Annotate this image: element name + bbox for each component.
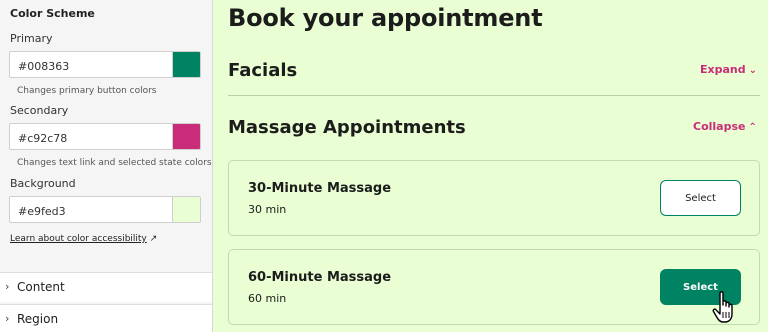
category-massage-title: Massage Appointments: [228, 117, 466, 138]
expand-toggle[interactable]: Expand ⌄: [700, 63, 757, 76]
chevron-up-icon: ⌃: [748, 122, 757, 133]
select-30-minute-button[interactable]: Select: [660, 180, 741, 216]
background-color-swatch[interactable]: [172, 196, 201, 223]
background-color-input[interactable]: #e9fed3: [9, 196, 173, 223]
color-scheme-title: Color Scheme: [10, 7, 95, 20]
expand-toggle-label: Expand: [700, 63, 746, 76]
service-card: 30-Minute Massage 30 min Select: [228, 160, 760, 236]
collapse-toggle-label: Collapse: [693, 120, 746, 133]
chevron-right-icon: ›: [5, 280, 10, 293]
accordion-content[interactable]: › Content: [0, 272, 212, 302]
service-name: 60-Minute Massage: [248, 270, 392, 285]
category-facials-title: Facials: [228, 60, 298, 81]
settings-panel: Color Scheme Primary #008363 Changes pri…: [0, 0, 213, 332]
secondary-color-input[interactable]: #c92c78: [9, 123, 173, 150]
primary-help-text: Changes primary button colors: [17, 86, 157, 96]
color-accessibility-link-label: Learn about color accessibility: [10, 234, 147, 244]
color-accessibility-link[interactable]: Learn about color accessibility ↗: [10, 234, 157, 244]
collapse-toggle[interactable]: Collapse ⌃: [693, 120, 757, 133]
primary-color-input[interactable]: #008363: [9, 51, 173, 78]
primary-label: Primary: [10, 32, 53, 45]
category-divider: [228, 95, 760, 96]
secondary-help-text: Changes text link and selected state col…: [17, 158, 212, 168]
hand-cursor-icon: [712, 291, 733, 323]
secondary-color-swatch[interactable]: [172, 123, 201, 150]
background-label: Background: [10, 177, 76, 190]
page-title: Book your appointment: [228, 4, 543, 32]
service-duration: 30 min: [248, 203, 287, 216]
chevron-down-icon: ⌄: [748, 65, 758, 76]
accordion-content-label: Content: [17, 280, 65, 294]
external-link-icon: ↗: [149, 234, 158, 244]
accordion-region[interactable]: › Region: [0, 304, 212, 332]
accordion-region-label: Region: [17, 312, 59, 326]
primary-color-swatch[interactable]: [172, 51, 201, 78]
service-duration: 60 min: [248, 292, 287, 305]
chevron-right-icon: ›: [5, 312, 10, 325]
service-card: 60-Minute Massage 60 min Select: [228, 249, 760, 325]
service-name: 30-Minute Massage: [248, 181, 392, 196]
secondary-label: Secondary: [10, 104, 69, 117]
